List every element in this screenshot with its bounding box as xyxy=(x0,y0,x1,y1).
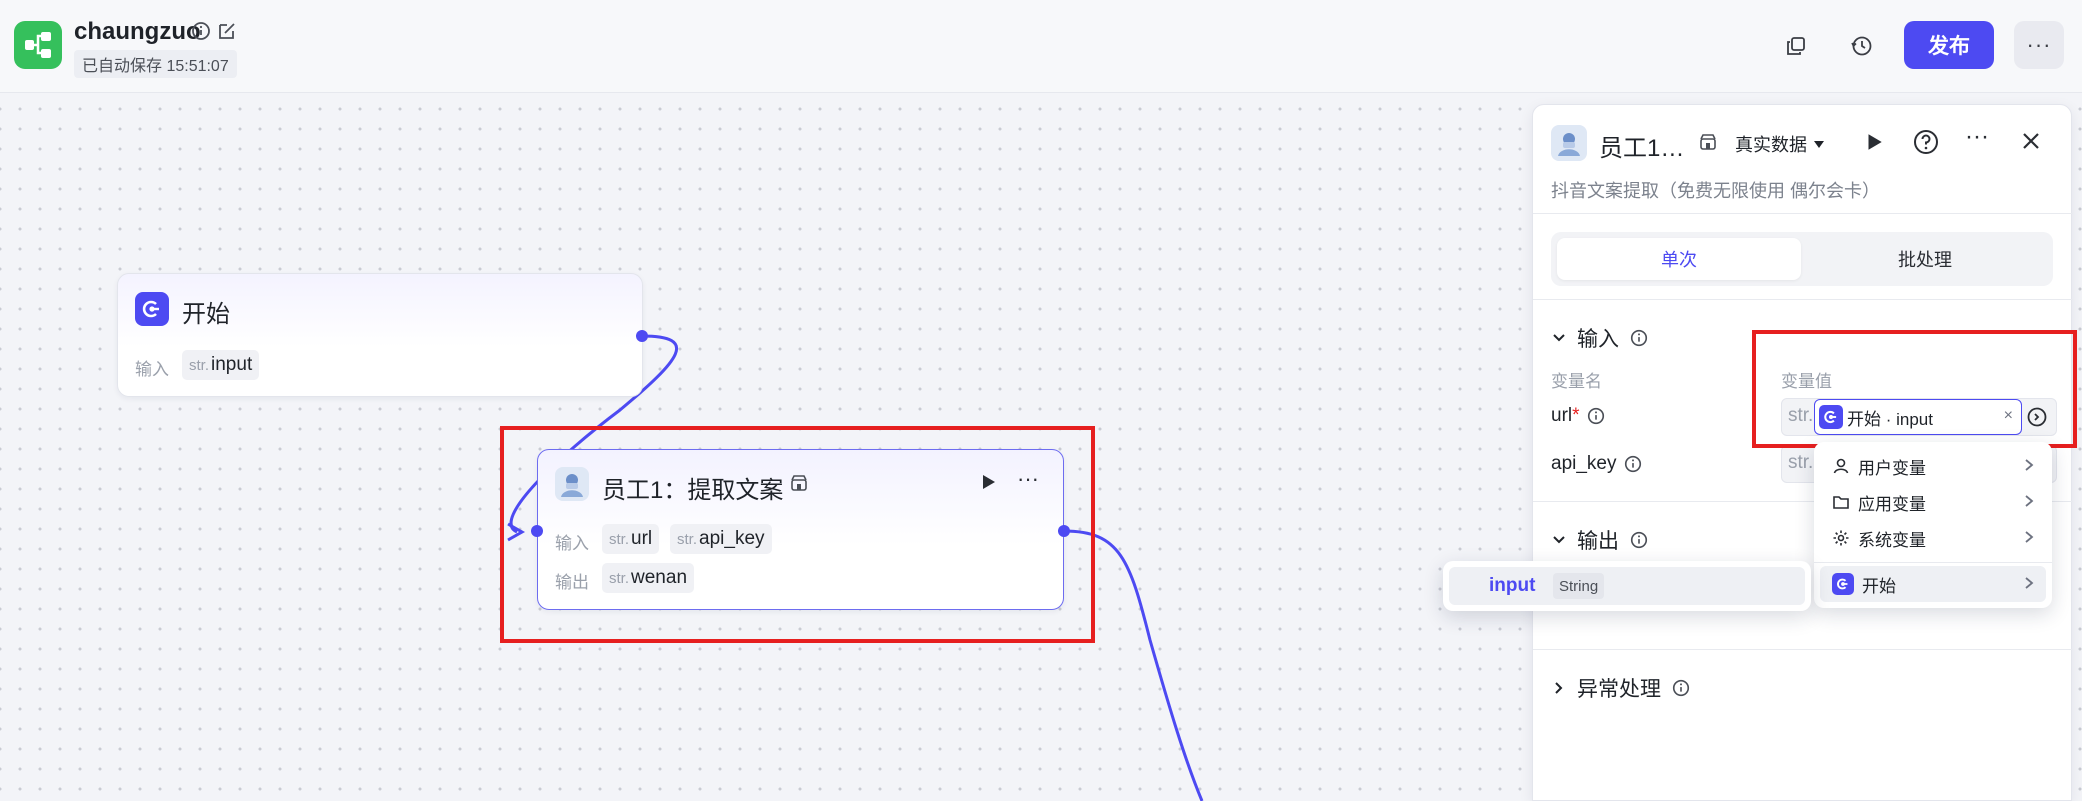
copy-button[interactable] xyxy=(1774,24,1818,68)
field-url-label: url * xyxy=(1551,405,1606,427)
chevron-down-icon xyxy=(1553,536,1565,544)
data-mode-select[interactable]: 真实数据 xyxy=(1735,131,1825,157)
caret-down-icon xyxy=(1814,141,1824,148)
start-node-icon xyxy=(135,292,169,326)
error-section-header[interactable]: 异常处理 xyxy=(1551,673,1691,703)
panel-title: 员工1… xyxy=(1599,135,1685,162)
play-icon xyxy=(1868,134,1882,150)
chevron-right-icon xyxy=(1555,682,1563,694)
start-output-port[interactable] xyxy=(636,330,648,342)
info-icon xyxy=(1672,679,1690,697)
tab-single[interactable]: 单次 xyxy=(1557,238,1801,280)
autosave-status: 已自动保存 15:51:07 xyxy=(74,50,237,78)
highlight-box-value xyxy=(1752,330,2077,448)
folder-icon xyxy=(1833,496,1849,509)
panel-run-button[interactable] xyxy=(1863,131,1885,158)
copy-icon xyxy=(1787,37,1805,55)
start-input-label: 输入 xyxy=(135,360,169,379)
mode-tabs: 单次 批处理 xyxy=(1551,232,2053,286)
dropdown-app-vars[interactable]: 应用变量 xyxy=(1820,484,2046,520)
close-icon xyxy=(2023,133,2039,149)
variable-dropdown: 用户变量 应用变量 系统变量 开始 xyxy=(1814,442,2052,608)
col-var-name: 变量名 xyxy=(1551,372,1602,391)
chevron-down-icon xyxy=(1553,334,1565,342)
info-icon xyxy=(1624,455,1641,473)
dropdown-start-node[interactable]: 开始 xyxy=(1820,566,2046,602)
chevron-right-icon xyxy=(2025,495,2034,507)
chevron-right-icon xyxy=(2025,577,2034,589)
highlight-box-node xyxy=(500,426,1095,643)
divider xyxy=(1533,299,2073,300)
more-icon: ··· xyxy=(2026,32,2052,57)
close-panel-button[interactable] xyxy=(2019,129,2043,158)
divider xyxy=(1814,562,2052,563)
start-node-title: 开始 xyxy=(182,301,230,328)
start-node[interactable]: 开始 输入 str. input xyxy=(117,273,643,397)
divider xyxy=(1533,213,2073,214)
more-menu-button[interactable]: ··· xyxy=(2014,21,2064,69)
chevron-right-icon xyxy=(2025,459,2034,471)
panel-description: 抖音文案提取（免费无限使用 偶尔会卡） xyxy=(1551,181,1880,201)
info-icon xyxy=(1630,329,1648,347)
top-header: chaungzuo 已自动保存 15:51:07 发布 ··· xyxy=(0,0,2082,93)
type-tag: String xyxy=(1553,573,1605,599)
help-button[interactable] xyxy=(1913,129,1939,160)
divider xyxy=(1533,649,2073,650)
output-section-header[interactable]: 输出 xyxy=(1551,525,1649,555)
history-button[interactable] xyxy=(1840,24,1884,68)
start-node-icon xyxy=(1832,573,1854,595)
gear-icon xyxy=(1833,530,1849,546)
panel-more-icon[interactable]: ··· xyxy=(1965,123,1989,151)
edit-icon[interactable] xyxy=(216,20,238,42)
submenu-item-input[interactable]: input String xyxy=(1449,567,1805,605)
publish-button[interactable]: 发布 xyxy=(1904,21,1994,69)
info-icon[interactable] xyxy=(190,20,212,42)
dropdown-system-vars[interactable]: 系统变量 xyxy=(1820,520,2046,556)
variable-submenu: input String xyxy=(1443,561,1811,611)
app-title: chaungzuo xyxy=(74,18,201,45)
start-input-var: str. input xyxy=(182,350,260,380)
help-icon xyxy=(1914,130,1938,154)
panel-avatar-icon xyxy=(1551,125,1587,161)
input-section-header[interactable]: 输入 xyxy=(1551,323,1649,353)
dropdown-user-vars[interactable]: 用户变量 xyxy=(1820,448,2046,484)
user-icon xyxy=(1833,458,1849,474)
app-logo-icon xyxy=(14,21,62,69)
tab-batch[interactable]: 批处理 xyxy=(1803,238,2047,280)
chevron-right-icon xyxy=(2025,531,2034,543)
field-api-key-label: api_key xyxy=(1551,453,1643,475)
panel-store-icon xyxy=(1699,133,1717,156)
info-icon xyxy=(1587,407,1604,425)
info-icon xyxy=(1630,531,1648,549)
history-icon xyxy=(1851,36,1872,56)
